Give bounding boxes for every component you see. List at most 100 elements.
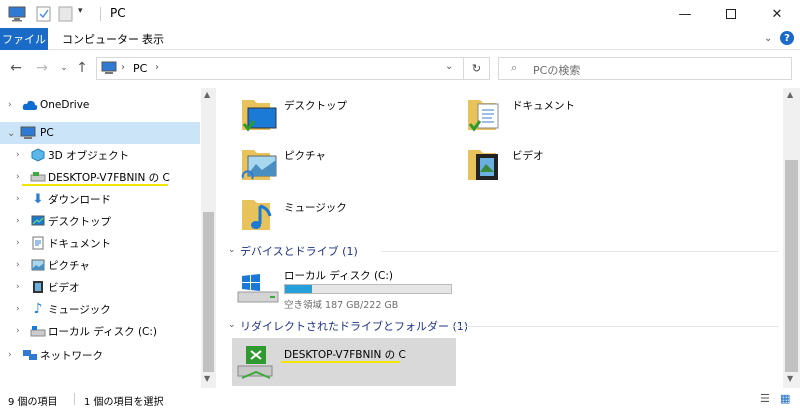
address-bar[interactable]: › PC › ⌄ [96, 57, 464, 80]
arrow-left-icon: ← [10, 60, 22, 76]
chevron-right-icon[interactable]: › [8, 350, 12, 360]
customize-quick-access-icon[interactable]: ▾ [78, 6, 90, 22]
close-icon: ✕ [771, 6, 783, 22]
large-icons-view-icon[interactable]: ▦ [780, 392, 790, 405]
nav-item-downloads[interactable]: › ⬇ ダウンロード [0, 188, 200, 210]
chevron-right-icon: › [121, 62, 125, 73]
group-divider [382, 251, 778, 252]
nav-label: ダウンロード [48, 193, 111, 206]
chevron-right-icon[interactable]: › [16, 326, 20, 336]
3d-objects-icon [30, 147, 46, 163]
chevron-right-icon[interactable]: › [16, 304, 20, 314]
tab-view[interactable]: 表示 [142, 28, 164, 50]
search-box[interactable]: ⌕ PCの検索 [498, 57, 792, 80]
picture-icon [30, 257, 46, 273]
cloud-icon [22, 97, 38, 113]
status-divider [74, 393, 75, 405]
group-redirected-header[interactable]: リダイレクトされたドライブとフォルダー (1) [240, 318, 468, 334]
expand-ribbon-icon[interactable]: ⌄ [764, 33, 772, 44]
local-disk-icon [30, 323, 46, 339]
video-icon [30, 279, 46, 295]
drive-free-space: 空き領域 187 GB/222 GB [284, 300, 399, 311]
redirected-drive-name: DESKTOP-V7FBNIN の C [284, 349, 406, 361]
nav-item-onedrive[interactable]: › OneDrive [0, 94, 200, 116]
group-collapse-icon[interactable]: ⌄ [228, 245, 236, 255]
tab-file[interactable]: ファイル [0, 28, 48, 50]
nav-item-pc[interactable]: ⌄ PC [0, 122, 200, 144]
yellow-highlight [281, 361, 400, 363]
scroll-up-icon[interactable]: ▲ [204, 90, 210, 99]
chevron-right-icon[interactable]: › [8, 100, 12, 110]
download-icon: ⬇ [32, 191, 44, 207]
arrow-right-icon: → [36, 60, 48, 76]
new-folder-icon[interactable] [58, 6, 74, 22]
folder-label: ビデオ [512, 150, 544, 162]
title-divider [100, 7, 101, 21]
chevron-down-icon[interactable]: ⌄ [7, 128, 15, 139]
nav-label: DESKTOP-V7FBNIN の C [48, 171, 170, 184]
scroll-down-icon[interactable]: ▼ [204, 374, 210, 383]
chevron-right-icon[interactable]: › [16, 260, 20, 270]
minimize-icon: — [678, 6, 692, 22]
properties-icon[interactable] [36, 6, 52, 22]
maximize-button[interactable] [708, 0, 754, 28]
up-button[interactable]: ↑ [72, 58, 92, 78]
nav-label: ビデオ [48, 281, 80, 294]
network-icon [22, 347, 38, 363]
chevron-right-icon[interactable]: › [16, 194, 20, 204]
chevron-right-icon[interactable]: › [16, 216, 20, 226]
chevron-right-icon[interactable]: › [16, 282, 20, 292]
minimize-button[interactable]: — [662, 0, 708, 28]
nav-item-videos[interactable]: › ビデオ [0, 276, 200, 298]
document-icon [30, 235, 46, 251]
status-item-count: 9 個の項目 [8, 397, 58, 408]
drive-name: ローカル ディスク (C:) [284, 270, 394, 282]
chevron-right-icon[interactable]: › [16, 238, 20, 248]
scroll-down-icon[interactable]: ▼ [787, 374, 793, 383]
breadcrumb-pc[interactable]: PC [133, 62, 147, 75]
forward-button[interactable]: → [32, 58, 52, 78]
chevron-right-icon[interactable]: › [155, 62, 159, 73]
details-view-icon[interactable]: ☰ [760, 392, 770, 405]
nav-label: 3D オブジェクト [48, 149, 130, 162]
back-button[interactable]: ← [6, 58, 26, 78]
nav-label: PC [40, 127, 54, 139]
scroll-up-icon[interactable]: ▲ [787, 90, 793, 99]
search-icon: ⌕ [511, 61, 518, 74]
group-collapse-icon[interactable]: ⌄ [228, 320, 236, 330]
nav-label: ローカル ディスク (C:) [48, 325, 158, 338]
nav-item-desktop[interactable]: › デスクトップ [0, 210, 200, 232]
windows-drive-icon [237, 274, 279, 303]
nav-item-local-disk[interactable]: › ローカル ディスク (C:) [0, 320, 200, 342]
nav-item-network[interactable]: › ネットワーク [0, 344, 200, 366]
computer-icon [8, 6, 26, 22]
videos-folder-icon [468, 150, 498, 180]
chevron-right-icon[interactable]: › [16, 150, 20, 160]
refresh-button[interactable]: ↻ [464, 57, 490, 80]
maximize-icon [726, 9, 736, 19]
nav-item-3d-objects[interactable]: › 3D オブジェクト [0, 144, 200, 166]
nav-item-pictures[interactable]: › ピクチャ [0, 254, 200, 276]
documents-folder-icon [468, 100, 499, 132]
group-devices-header[interactable]: デバイスとドライブ (1) [240, 243, 358, 259]
nav-pane-scroll-thumb[interactable] [203, 212, 214, 372]
chevron-right-icon[interactable]: › [16, 172, 20, 182]
status-bar: 9 個の項目 1 個の項目を選択 ☰ ▦ [0, 389, 800, 410]
recent-locations-button[interactable]: ⌄ [54, 58, 74, 78]
nav-item-music[interactable]: › ♪ ミュージック [0, 298, 200, 320]
help-icon[interactable]: ? [780, 31, 794, 45]
drive-usage-bar [284, 284, 452, 294]
content-scroll-thumb[interactable] [785, 160, 798, 372]
nav-label: ピクチャ [48, 259, 90, 272]
computer-icon [20, 125, 36, 141]
desktop-icon [30, 213, 46, 229]
close-button[interactable]: ✕ [754, 0, 800, 28]
address-dropdown-icon[interactable]: ⌄ [445, 61, 453, 72]
window-title: PC [110, 6, 126, 20]
nav-item-documents[interactable]: › ドキュメント [0, 232, 200, 254]
arrow-up-icon: ↑ [76, 60, 88, 76]
nav-label: デスクトップ [48, 215, 111, 228]
search-placeholder: PCの検索 [533, 64, 581, 77]
tab-computer[interactable]: コンピューター [62, 28, 139, 50]
drive-local-c[interactable]: ローカル ディスク (C:) 空き領域 187 GB/222 GB [236, 266, 458, 311]
